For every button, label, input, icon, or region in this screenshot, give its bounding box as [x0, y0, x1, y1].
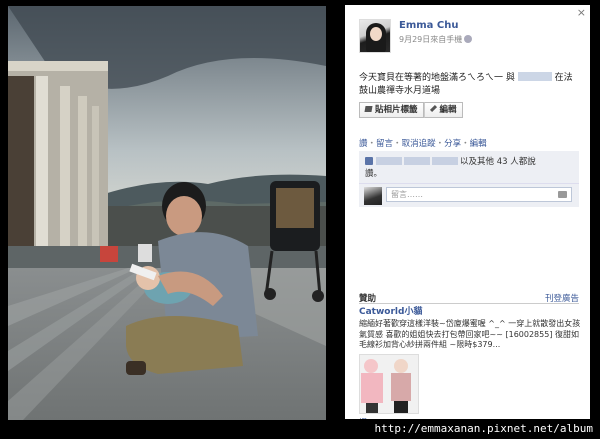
watermark-url: http://emmaxanan.pixnet.net/album [371, 421, 596, 436]
photo-stage [0, 0, 337, 439]
redacted-liker-1[interactable] [376, 157, 402, 165]
interaction-links: 讚・留言・取消追蹤・分享・編輯 [359, 139, 487, 149]
likes-summary: 以及其他 43 人都說 讚。 [359, 151, 579, 183]
ad-body: 縮緬好著歡穿這樣洋裝~岱廈爆蜜喔 ^_^ 一穿上就散發出女孩氣質感 喜歡的姐姐快… [359, 319, 581, 349]
likes-text[interactable]: 以及其他 43 人都說 [460, 157, 536, 167]
photo-actions: 貼相片標籤 編輯 [359, 102, 463, 118]
unfollow-link[interactable]: 取消追蹤 [402, 139, 436, 149]
ad-like-link[interactable]: 讚 [359, 417, 581, 420]
post-meta-text: 9月29日來自手機 [399, 35, 463, 44]
commenter-avatar [364, 187, 382, 205]
post-photo[interactable] [8, 6, 326, 420]
avatar[interactable] [359, 19, 391, 53]
thumbs-up-icon [365, 157, 373, 165]
post-caption: 今天寶貝在等著的地盤滿ろㄟろㄟ一 與 在法鼓山農禪寺水月道場 [359, 72, 581, 98]
ad-image[interactable] [359, 353, 419, 414]
comment-input[interactable]: 留言…… [386, 187, 572, 202]
sponsored-ad: Catworld小貓 縮緬好著歡穿這樣洋裝~岱廈爆蜜喔 ^_^ 一穿上就散發出女… [359, 306, 581, 419]
create-ad-link[interactable]: 刊登廣告 [545, 292, 579, 304]
likes-text-end: 讚。 [365, 169, 383, 179]
like-link[interactable]: 讚 [359, 139, 368, 149]
close-icon[interactable]: × [577, 7, 586, 19]
share-link[interactable]: 分享 [444, 139, 461, 149]
comment-composer: 留言…… [359, 183, 579, 207]
comment-placeholder: 留言…… [391, 190, 423, 199]
camera-icon[interactable] [558, 191, 567, 198]
post-timestamp[interactable]: 9月29日來自手機 [399, 34, 473, 45]
redacted-name [517, 72, 552, 81]
edit-link[interactable]: 編輯 [470, 139, 487, 149]
photo-image [8, 6, 326, 420]
redacted-liker-3[interactable] [432, 157, 458, 165]
redacted-liker-2[interactable] [404, 157, 430, 165]
author-name[interactable]: Emma Chu [399, 20, 458, 31]
pencil-icon [429, 104, 437, 113]
edit-label: 編輯 [439, 105, 457, 115]
post-author: Emma Chu 9月29日來自手機 [359, 19, 559, 59]
globe-icon [464, 35, 473, 43]
tag-photo-button[interactable]: 貼相片標籤 [359, 102, 424, 118]
sponsored-header: 贊助 刊登廣告 [359, 292, 579, 304]
tag-photo-label: 貼相片標籤 [375, 105, 418, 115]
tag-icon [364, 106, 373, 112]
edit-button[interactable]: 編輯 [423, 102, 463, 118]
sponsored-title: 贊助 [359, 294, 377, 304]
caption-text-1: 今天寶貝在等著的地盤滿ろㄟろㄟ一 與 [359, 73, 515, 83]
post-detail-panel: × Emma Chu 9月29日來自手機 今天寶貝在等著的地盤滿ろㄟろㄟ一 與 … [345, 5, 590, 419]
ad-title[interactable]: Catworld小貓 [359, 306, 581, 318]
comment-link[interactable]: 留言 [376, 139, 393, 149]
avatar-face [370, 27, 382, 41]
